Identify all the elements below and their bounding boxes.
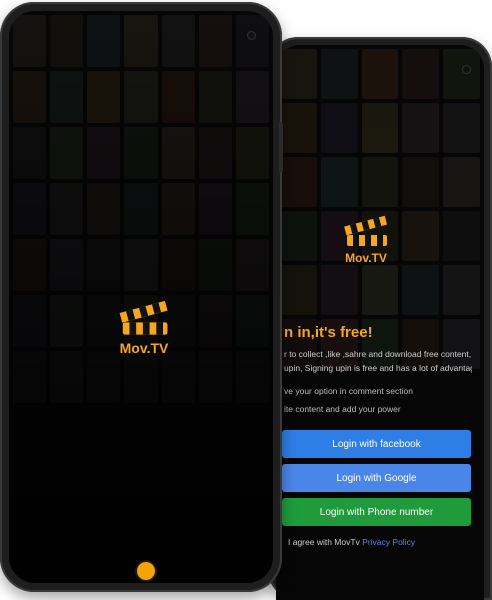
clapperboard-icon	[344, 215, 388, 246]
login-title: n in,it's free!	[284, 324, 373, 341]
app-name: Mov.TV	[345, 251, 387, 265]
login-phone-button[interactable]: Login with Phone number	[282, 498, 471, 526]
app-name: Mov.TV	[119, 340, 169, 356]
advantage-item: ve your option in comment section	[284, 386, 413, 396]
power-button	[279, 122, 283, 172]
login-description-line2: upin, Signing upin is free and has a lot…	[284, 363, 472, 373]
privacy-policy-link[interactable]: Privacy Policy	[362, 537, 415, 547]
login-description-line1: r to collect ,like ,sahre and download f…	[284, 349, 472, 359]
loading-indicator	[137, 562, 155, 580]
advantage-item: ite content and add your power	[284, 404, 401, 414]
clapperboard-icon	[119, 300, 168, 335]
front-camera	[462, 65, 471, 74]
agree-text: I agree with MovTv	[288, 537, 363, 547]
login-logo: Mov.TV	[340, 215, 392, 275]
login-google-button[interactable]: Login with Google	[282, 464, 471, 492]
splash-logo: Mov.TV	[112, 300, 176, 364]
login-facebook-button[interactable]: Login with facebook	[282, 430, 471, 458]
privacy-agreement: I agree with MovTv Privacy Policy	[288, 537, 415, 547]
front-camera	[247, 31, 256, 40]
phone-splash	[0, 2, 283, 592]
splash-screen	[9, 11, 273, 583]
screen-dim-overlay	[9, 11, 273, 583]
